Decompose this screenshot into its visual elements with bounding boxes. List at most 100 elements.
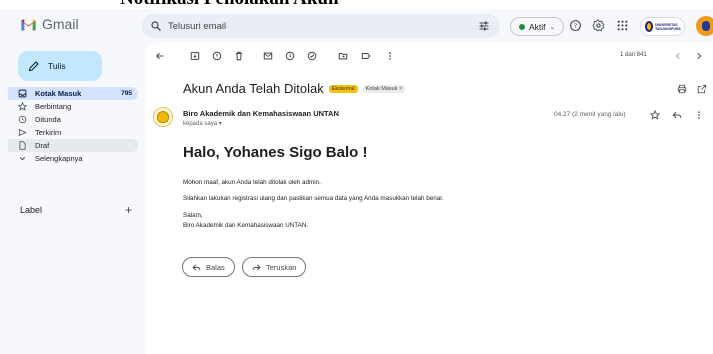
sender-name[interactable]: Biro Akademik dan Kemahasiswaan UNTAN	[183, 109, 339, 118]
forward-button[interactable]: Teruskan	[242, 257, 307, 277]
subject-row: Akun Anda Telah Ditolak Eksternal Kotak …	[183, 81, 406, 96]
search-options-icon[interactable]	[478, 20, 490, 32]
status-dot	[519, 23, 525, 30]
account-avatar[interactable]	[696, 16, 713, 36]
mail-icon	[263, 52, 273, 60]
task-check-icon	[307, 51, 317, 61]
delete-button[interactable]	[234, 51, 244, 61]
status-label: Aktif	[529, 21, 546, 32]
body-line: Silahkan lakukan registrasi ulang dan pa…	[183, 195, 444, 202]
compose-button[interactable]: Tulis	[18, 51, 102, 81]
chevron-left-icon	[675, 52, 680, 60]
clock-icon	[285, 51, 295, 61]
labels-header: Label	[20, 205, 43, 215]
pencil-icon	[28, 61, 39, 72]
compose-label: Tulis	[48, 61, 66, 71]
sidebar-item-more[interactable]: Selengkapnya	[8, 152, 138, 165]
mark-unread-button[interactable]	[263, 51, 273, 61]
add-label-button[interactable]: +	[125, 203, 132, 217]
app-name: Gmail	[42, 16, 79, 32]
sender-avatar	[153, 107, 173, 127]
older-button[interactable]	[694, 51, 704, 61]
svg-text:?: ?	[574, 22, 577, 30]
page-caption: Notifikasi Penolakan Akun	[0, 0, 713, 9]
apps-grid-icon[interactable]	[616, 19, 629, 32]
sidebar-item-starred[interactable]: Berbintang	[8, 100, 138, 113]
forward-icon	[252, 264, 261, 270]
reply-icon	[192, 264, 201, 270]
inbox-icon	[18, 89, 27, 98]
clock-icon	[18, 115, 27, 124]
back-button[interactable]	[155, 51, 165, 61]
star-icon[interactable]	[650, 110, 660, 120]
sidebar-item-label: Draf	[35, 141, 50, 150]
folder-move-icon	[338, 53, 348, 60]
more-vertical-icon[interactable]	[694, 110, 704, 120]
chevron-down-icon	[19, 157, 26, 161]
send-icon	[18, 128, 27, 137]
reply-button[interactable]: Balas	[182, 257, 235, 277]
unread-count: 795	[121, 90, 132, 97]
email-greeting: Halo, Yohanes Sigo Balo !	[183, 144, 368, 161]
message-toolbar: 1 dari 841	[145, 43, 713, 71]
print-icon[interactable]	[677, 84, 687, 94]
sidebar-item-label: Terkirim	[35, 128, 62, 137]
sidebar-item-label: Selengkapnya	[35, 154, 83, 163]
sidebar-item-label: Ditunda	[35, 115, 61, 124]
reply-icon[interactable]	[672, 110, 682, 120]
newer-button[interactable]	[673, 51, 683, 61]
search-input[interactable]: Telusuri email	[168, 21, 226, 32]
pagination-text: 1 dari 841	[620, 52, 647, 58]
sidebar-nav: Kotak Masuk 795 Berbintang Ditunda Terki…	[8, 87, 138, 165]
settings-icon[interactable]	[592, 19, 605, 32]
trash-icon	[236, 51, 242, 61]
recipient-details[interactable]: kepada saya ▾	[183, 120, 222, 127]
sidebar-item-inbox[interactable]: Kotak Masuk 795	[8, 87, 138, 100]
search-icon[interactable]	[150, 20, 162, 32]
label-button[interactable]	[361, 51, 371, 61]
labels-section: Label +	[20, 203, 132, 217]
message-panel: 1 dari 841 Akun Anda Telah Ditolak Ekste…	[145, 43, 713, 354]
more-options-button[interactable]	[385, 51, 395, 61]
inbox-label-chip[interactable]: Kotak Masuk ×	[362, 84, 406, 93]
header: Gmail Telusuri email Aktif ⌄ ? UNIVERSIT…	[0, 9, 713, 42]
add-task-button[interactable]	[307, 51, 317, 61]
university-name: UNIVERSITAS TANJUNGPURA	[655, 22, 681, 31]
star-icon	[18, 102, 27, 111]
university-seal-icon	[157, 111, 169, 123]
caption-text: Notifikasi Penolakan Akun	[120, 0, 339, 9]
open-in-new-window-icon[interactable]	[697, 84, 707, 94]
sidebar-item-drafts[interactable]: Draf	[8, 139, 138, 152]
reply-label: Balas	[206, 262, 225, 272]
gmail-logo[interactable]: Gmail	[20, 16, 79, 32]
sidebar-item-snoozed[interactable]: Ditunda	[8, 113, 138, 126]
sidebar-item-label: Kotak Masuk	[35, 89, 82, 98]
gmail-app: Gmail Telusuri email Aktif ⌄ ? UNIVERSIT…	[0, 9, 713, 354]
external-badge: Eksternal	[328, 84, 358, 93]
body-line: Mohon maaf, akun Anda telah ditolak oleh…	[183, 179, 321, 186]
email-timestamp: 04.27 (2 menit yang lalu)	[554, 111, 626, 118]
archive-button[interactable]	[190, 51, 200, 61]
search-bar[interactable]: Telusuri email	[142, 14, 500, 38]
sidebar-item-sent[interactable]: Terkirim	[8, 126, 138, 139]
snooze-button[interactable]	[285, 51, 295, 61]
help-icon[interactable]: ?	[569, 19, 582, 32]
more-vertical-icon	[389, 52, 391, 60]
body-line: Salam,	[183, 212, 203, 219]
gmail-m-icon	[21, 19, 36, 31]
archive-icon	[190, 52, 200, 60]
chevron-right-icon	[697, 52, 702, 60]
chevron-down-icon: ⌄	[549, 23, 556, 31]
label-icon	[361, 53, 371, 59]
university-logo[interactable]: UNIVERSITAS TANJUNGPURA	[640, 17, 685, 36]
arrow-left-icon	[155, 52, 164, 60]
report-spam-button[interactable]	[212, 51, 222, 61]
email-subject: Akun Anda Telah Ditolak	[183, 81, 324, 96]
forward-label: Teruskan	[266, 262, 297, 272]
status-selector[interactable]: Aktif ⌄	[510, 17, 565, 36]
sidebar-item-label: Berbintang	[35, 102, 72, 111]
university-seal-icon	[645, 21, 654, 32]
report-icon	[212, 51, 222, 61]
move-to-button[interactable]	[338, 51, 348, 61]
body-line: Biro Akademik dan Kemahasiswaan UNTAN.	[183, 222, 309, 229]
